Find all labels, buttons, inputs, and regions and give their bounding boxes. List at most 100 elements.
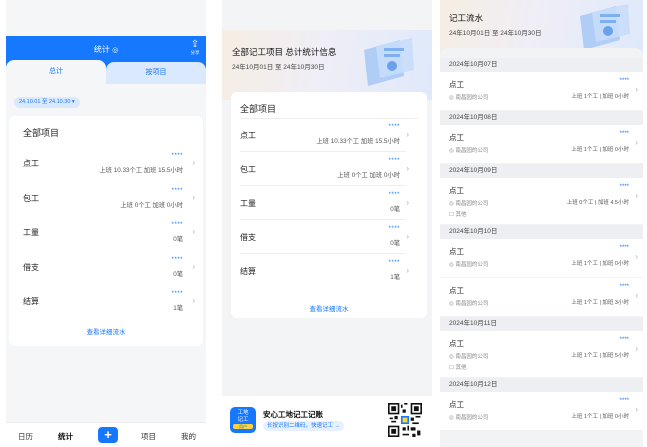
masked-amount: **** bbox=[388, 260, 400, 266]
masked-amount: **** bbox=[388, 192, 400, 198]
record-detail: 上班 1个工 | 加班 0小时 bbox=[571, 94, 629, 100]
records-flow-screen: 记工流水 24年10月01日 至 24年10月30日 2024年10月07日 点工… bbox=[440, 0, 643, 447]
summary-header: 全部记工项目 总计统计信息 24年10月01日 至 24年10月30日 bbox=[222, 30, 432, 100]
row-detail: 0笔 bbox=[390, 240, 400, 247]
summary-row[interactable]: 工量 **** 0笔 › bbox=[231, 186, 427, 220]
qr-code-icon[interactable] bbox=[388, 403, 422, 437]
record-company: ◎ 南昌园的公司 bbox=[449, 262, 489, 268]
chevron-right-icon: › bbox=[406, 130, 409, 139]
statistics-screen: 统计 ◎ ⇪ 分享 总计 按项目 24.10.01 至 24.10.30 ▾ 全… bbox=[6, 0, 206, 447]
share-button[interactable]: ⇪ 分享 bbox=[188, 40, 202, 56]
plus-icon: + bbox=[104, 427, 112, 442]
chevron-right-icon: › bbox=[635, 252, 638, 261]
summary-title: 全部记工项目 总计统计信息 bbox=[232, 47, 337, 57]
row-label: 结算 bbox=[240, 267, 256, 276]
record-entry[interactable]: 点工 ◎ 南昌园的公司 ☐ 其他 **** 上班 0个工 | 加班 4.5小时 › bbox=[440, 178, 643, 224]
nav-mine[interactable]: 我的 bbox=[181, 431, 196, 442]
record-entry[interactable]: 点工 ◎ 南昌园的公司 **** 上班 1个工 | 加班 3小时 › bbox=[440, 278, 643, 316]
date-range-text: 24.10.01 至 24.10.30 bbox=[19, 99, 71, 105]
record-detail: 上班 1个工 | 加班 0小时 bbox=[571, 414, 629, 420]
summary-row[interactable]: 包工 **** 上班 0个工 加班 0小时 › bbox=[9, 181, 203, 216]
summary-date-range: 24年10月01日 至 24年10月30日 bbox=[232, 64, 325, 71]
record-entry[interactable]: 点工 ◎ 南昌园的公司 **** 上班 1个工 | 加班 0小时 › bbox=[440, 72, 643, 110]
nav-projects[interactable]: 项目 bbox=[141, 431, 156, 442]
summary-row[interactable]: 工量 **** 0笔 › bbox=[9, 215, 203, 250]
record-type: 点工 bbox=[449, 286, 464, 295]
row-label: 工量 bbox=[240, 199, 256, 208]
row-label: 结算 bbox=[23, 297, 39, 306]
row-label: 借支 bbox=[23, 262, 39, 272]
summary-row[interactable]: 包工 **** 上班 0个工 加班 0小时 › bbox=[231, 152, 427, 186]
eye-icon[interactable]: ◎ bbox=[112, 47, 118, 54]
summary-row[interactable]: 借支 **** 0笔 › bbox=[9, 250, 203, 285]
record-entry[interactable]: 点工 ◎ 南昌园的公司 **** 上班 1个工 | 加班 0小时 › bbox=[440, 125, 643, 163]
date-group-header: 2024年10月09日 bbox=[440, 164, 643, 178]
row-detail: 0笔 bbox=[390, 206, 400, 213]
nav-statistics[interactable]: 统计 bbox=[58, 431, 73, 442]
masked-amount: **** bbox=[171, 222, 183, 228]
record-company: ◎ 南昌园的公司 bbox=[449, 95, 489, 101]
flow-title: 记工流水 bbox=[449, 13, 484, 23]
logo-text-2: 记工 bbox=[237, 416, 249, 423]
caret-down-icon: ▾ bbox=[71, 99, 75, 105]
row-label: 工量 bbox=[23, 228, 39, 237]
chevron-right-icon: › bbox=[635, 344, 638, 353]
record-detail: 上班 0个工 | 加班 4.5小时 bbox=[566, 200, 629, 206]
record-type: 点工 bbox=[449, 400, 464, 409]
chevron-right-icon: › bbox=[406, 198, 409, 207]
row-label: 点工 bbox=[240, 131, 256, 140]
card-title: 全部项目 bbox=[23, 128, 60, 138]
masked-amount: **** bbox=[619, 184, 629, 190]
summary-row[interactable]: 点工 **** 上班 10.33个工 加班 15.5小时 › bbox=[231, 118, 427, 152]
record-entry[interactable]: 点工 ◎ 南昌园的公司 **** 上班 1个工 | 加班 0小时 › bbox=[440, 239, 643, 277]
date-range-picker[interactable]: 24.10.01 至 24.10.30 ▾ bbox=[14, 97, 80, 108]
tab-bar: 总计 按项目 bbox=[6, 60, 206, 84]
add-record-button[interactable]: + bbox=[98, 427, 118, 443]
masked-amount: **** bbox=[619, 398, 629, 404]
view-detail-link[interactable]: 查看详细流水 bbox=[9, 326, 203, 336]
chevron-right-icon: › bbox=[406, 266, 409, 275]
summary-row[interactable]: 点工 **** 上班 10.33个工 加班 15.5小时 › bbox=[9, 146, 203, 181]
chevron-right-icon: › bbox=[192, 227, 195, 236]
masked-amount: **** bbox=[619, 131, 629, 137]
date-group-header: 2024年10月07日 bbox=[440, 58, 643, 72]
row-detail: 上班 0个工 加班 0小时 bbox=[120, 201, 183, 209]
view-detail-link[interactable]: 查看详细流水 bbox=[231, 303, 427, 313]
chevron-right-icon: › bbox=[635, 291, 638, 300]
date-group-header: 2024年10月11日 bbox=[440, 317, 643, 331]
chevron-right-icon: › bbox=[192, 192, 195, 202]
masked-amount: **** bbox=[388, 124, 400, 130]
row-label: 点工 bbox=[23, 159, 39, 168]
promo-subtitle: 长按识别二维码，快速记工 → bbox=[263, 421, 345, 431]
summary-row[interactable]: 结算 **** 1笔 › bbox=[231, 254, 427, 288]
share-summary-screen: 全部记工项目 总计统计信息 24年10月01日 至 24年10月30日 全部项目… bbox=[222, 0, 432, 447]
masked-amount: **** bbox=[171, 153, 183, 159]
tab-total[interactable]: 总计 bbox=[6, 60, 106, 84]
share-icon: ⇪ bbox=[190, 39, 200, 50]
record-detail: 上班 1个工 | 加班 0小时 bbox=[571, 261, 629, 267]
record-entry[interactable]: 点工 ◎ 南昌园的公司 **** 上班 1个工 | 加班 0小时 › bbox=[440, 392, 643, 430]
promo-banner: 工地 记工 用户 安心工地记工记账 长按识别二维码，快速记工 → bbox=[222, 396, 432, 447]
summary-card: 全部项目 点工 **** 上班 10.33个工 加班 15.5小时 › 包工 **** 上班… bbox=[9, 116, 203, 346]
flow-date-range: 24年10月01日 至 24年10月30日 bbox=[449, 30, 542, 37]
summary-row[interactable]: 结算 **** 1笔 › bbox=[9, 284, 203, 319]
record-entry[interactable]: 点工 ◎ 南昌园的公司 ☐ 其他 **** 上班 1个工 | 加班 5小时 › bbox=[440, 331, 643, 377]
date-group-header: 2024年10月10日 bbox=[440, 225, 643, 239]
summary-row[interactable]: 借支 **** 0笔 › bbox=[231, 220, 427, 254]
record-note: ☐ 其他 bbox=[449, 365, 467, 371]
masked-amount: **** bbox=[171, 256, 183, 263]
record-type: 点工 bbox=[449, 247, 464, 256]
masked-amount: **** bbox=[619, 284, 629, 290]
page-title: 统计 ◎ bbox=[6, 44, 206, 55]
record-detail: 上班 1个工 | 加班 0小时 bbox=[571, 147, 629, 153]
row-detail: 1笔 bbox=[390, 274, 400, 281]
chevron-right-icon: › bbox=[635, 191, 638, 200]
logo-badge: 用户 bbox=[233, 424, 253, 429]
nav-calendar[interactable]: 日历 bbox=[18, 431, 33, 442]
chevron-right-icon: › bbox=[406, 164, 409, 173]
record-company: ◎ 南昌园的公司 bbox=[449, 148, 489, 154]
tab-by-project[interactable]: 按项目 bbox=[106, 62, 206, 84]
chevron-right-icon: › bbox=[192, 296, 195, 305]
record-detail: 上班 1个工 | 加班 5小时 bbox=[571, 353, 629, 359]
document-illustration-icon bbox=[580, 4, 630, 50]
